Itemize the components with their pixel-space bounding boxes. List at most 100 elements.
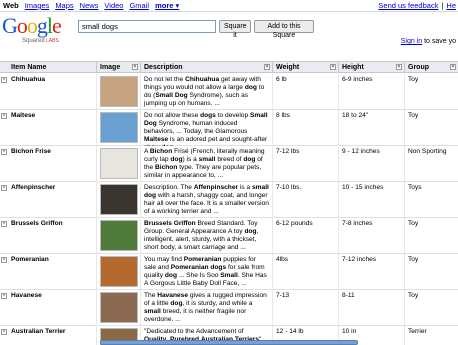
height-value: 18 to 24" bbox=[342, 112, 369, 119]
cell-image[interactable] bbox=[97, 254, 141, 290]
cell-height[interactable]: 9 - 12 inches bbox=[339, 146, 405, 182]
cell-description[interactable]: Brussels Griffon Breed Standard. Toy Gro… bbox=[141, 218, 273, 254]
cell-item-name[interactable]: × Maltese bbox=[0, 110, 97, 146]
close-row-icon[interactable]: × bbox=[1, 221, 7, 227]
nav-maps[interactable]: Maps bbox=[55, 1, 73, 10]
weight-value: 6 lb bbox=[276, 76, 287, 83]
cell-image[interactable] bbox=[97, 182, 141, 218]
cell-weight[interactable]: 6 lb bbox=[273, 74, 339, 110]
close-row-icon[interactable]: × bbox=[1, 77, 7, 83]
cell-description[interactable]: Do not allow these dogs to develop Small… bbox=[141, 110, 273, 146]
cell-weight[interactable]: 7-12 lbs bbox=[273, 146, 339, 182]
close-column-icon[interactable]: × bbox=[132, 64, 138, 70]
help-link[interactable]: He bbox=[446, 1, 456, 10]
close-row-icon[interactable]: × bbox=[1, 257, 7, 263]
dog-thumbnail[interactable] bbox=[100, 112, 138, 143]
dog-thumbnail[interactable] bbox=[100, 256, 138, 287]
nav-video[interactable]: Video bbox=[104, 1, 123, 10]
cell-height[interactable]: 7-12 inches bbox=[339, 254, 405, 290]
logo-sub: Squared bbox=[22, 38, 45, 44]
cell-group[interactable]: Terrier bbox=[405, 326, 458, 345]
cell-weight[interactable]: 4lbs bbox=[273, 254, 339, 290]
cell-height[interactable]: 8-11 bbox=[339, 290, 405, 326]
group-value: Toy bbox=[408, 256, 419, 263]
cell-group[interactable]: Toys bbox=[405, 182, 458, 218]
cell-weight[interactable]: 8 lbs bbox=[273, 110, 339, 146]
close-row-icon[interactable]: × bbox=[1, 293, 7, 299]
cell-group[interactable]: Toy bbox=[405, 218, 458, 254]
close-row-icon[interactable]: × bbox=[1, 149, 7, 155]
top-links-separator: | bbox=[441, 1, 444, 10]
nav-more[interactable]: more ▾ bbox=[155, 1, 179, 10]
square-it-button[interactable]: Square it bbox=[219, 20, 251, 39]
close-column-icon[interactable]: × bbox=[450, 64, 456, 70]
cell-description[interactable]: The Havanese gives a rugged impression o… bbox=[141, 290, 273, 326]
close-column-icon[interactable]: × bbox=[396, 64, 402, 70]
item-name: Pomeranian bbox=[11, 256, 49, 263]
dog-thumbnail[interactable] bbox=[100, 148, 138, 179]
close-row-icon[interactable]: × bbox=[1, 329, 7, 335]
header-height[interactable]: Height × bbox=[339, 62, 405, 73]
nav-images[interactable]: Images bbox=[25, 1, 50, 10]
cell-description[interactable]: Description. The Affenpinscher is a smal… bbox=[141, 182, 273, 218]
cell-group[interactable]: Toy bbox=[405, 110, 458, 146]
cell-image[interactable] bbox=[97, 218, 141, 254]
cell-item-name[interactable]: × Chihuahua bbox=[0, 74, 97, 110]
header-description[interactable]: Description × bbox=[141, 62, 273, 73]
weight-value: 7-12 lbs bbox=[276, 148, 300, 155]
cell-item-name[interactable]: × Havanese bbox=[0, 290, 97, 326]
table-row: × Bichon Frise A Bichon Frisé (French, lit… bbox=[0, 146, 458, 182]
header-weight[interactable]: Weight × bbox=[273, 62, 339, 73]
cell-description[interactable]: Do not let the Chihuahua get away with t… bbox=[141, 74, 273, 110]
header-label: Height bbox=[342, 64, 364, 71]
cell-height[interactable]: 7-8 inches bbox=[339, 218, 405, 254]
cell-image[interactable] bbox=[97, 74, 141, 110]
height-value: 7-12 inches bbox=[342, 256, 377, 263]
close-row-icon[interactable]: × bbox=[1, 185, 7, 191]
header-label: Group bbox=[408, 64, 429, 71]
signin-link[interactable]: Sign in bbox=[401, 38, 422, 45]
group-value: Terrier bbox=[408, 328, 427, 335]
cell-image[interactable] bbox=[97, 290, 141, 326]
cell-height[interactable]: 6-9 inches bbox=[339, 74, 405, 110]
weight-value: 7-10 lbs. bbox=[276, 184, 302, 191]
dog-thumbnail[interactable] bbox=[100, 76, 138, 107]
cell-group[interactable]: Toy bbox=[405, 290, 458, 326]
header-group[interactable]: Group × bbox=[405, 62, 458, 73]
header-image[interactable]: Image × bbox=[97, 62, 141, 73]
cell-height[interactable]: 18 to 24" bbox=[339, 110, 405, 146]
cell-weight[interactable]: 6-12 pounds bbox=[273, 218, 339, 254]
cell-item-name[interactable]: × Brussels Griffon bbox=[0, 218, 97, 254]
dog-thumbnail[interactable] bbox=[100, 220, 138, 251]
nav-news[interactable]: News bbox=[80, 1, 99, 10]
horizontal-scrollbar[interactable] bbox=[100, 340, 358, 345]
cell-group[interactable]: Toy bbox=[405, 74, 458, 110]
cell-group[interactable]: Non Sporting bbox=[405, 146, 458, 182]
feedback-link[interactable]: Send us feedback bbox=[378, 1, 438, 10]
cell-height[interactable]: 10 - 15 inches bbox=[339, 182, 405, 218]
search-input[interactable] bbox=[78, 20, 216, 33]
item-name: Chihuahua bbox=[11, 76, 46, 83]
close-row-icon[interactable]: × bbox=[1, 113, 7, 119]
nav-web[interactable]: Web bbox=[3, 1, 19, 10]
cell-description[interactable]: A Bichon Frisé (French, literally meanin… bbox=[141, 146, 273, 182]
item-name: Affenpinscher bbox=[11, 184, 56, 191]
cell-item-name[interactable]: × Bichon Frise bbox=[0, 146, 97, 182]
dog-thumbnail[interactable] bbox=[100, 184, 138, 215]
google-squared-logo[interactable]: Google Squared LABS bbox=[2, 14, 72, 48]
nav-gmail[interactable]: Gmail bbox=[129, 1, 149, 10]
cell-image[interactable] bbox=[97, 146, 141, 182]
cell-item-name[interactable]: × Pomeranian bbox=[0, 254, 97, 290]
cell-item-name[interactable]: × Australian Terrier bbox=[0, 326, 97, 345]
cell-description[interactable]: You may find Pomeranian puppies for sale… bbox=[141, 254, 273, 290]
cell-group[interactable]: Toy bbox=[405, 254, 458, 290]
cell-weight[interactable]: 7-10 lbs. bbox=[273, 182, 339, 218]
close-column-icon[interactable]: × bbox=[264, 64, 270, 70]
dog-thumbnail[interactable] bbox=[100, 292, 138, 323]
header-item-name[interactable]: Item Name bbox=[0, 62, 97, 73]
cell-image[interactable] bbox=[97, 110, 141, 146]
cell-item-name[interactable]: × Affenpinscher bbox=[0, 182, 97, 218]
cell-weight[interactable]: 7-13 bbox=[273, 290, 339, 326]
add-to-square-button[interactable]: Add to this Square bbox=[254, 20, 314, 39]
close-column-icon[interactable]: × bbox=[330, 64, 336, 70]
